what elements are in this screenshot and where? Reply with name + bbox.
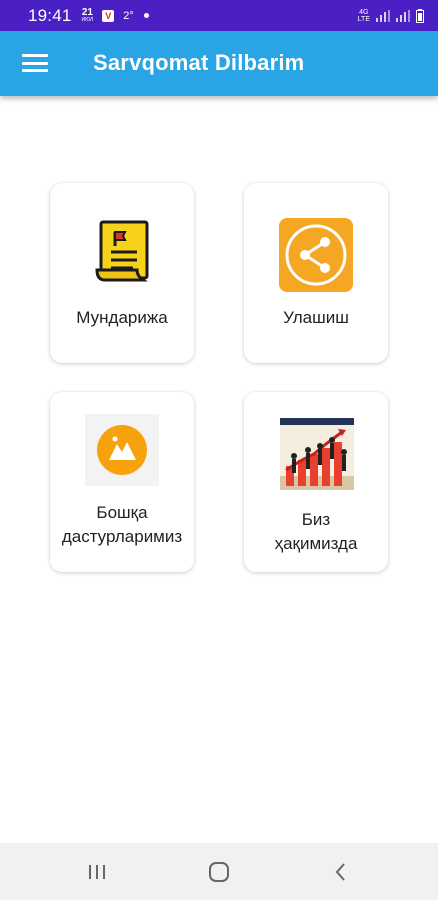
menu-card-other-apps[interactable]: Бошқа дастурларимиз [50,392,194,572]
menu-card-contents-label: Мундарижа [76,308,168,327]
status-right-icons: 4G LTE [358,8,424,23]
menu-card-other-apps-label-line1: Бошқа [96,503,148,522]
hamburger-menu-icon[interactable] [22,52,48,74]
menu-card-about-label-line2: ҳақимизда [274,534,358,553]
signal-icon [376,9,390,22]
network-type-bottom: LTE [357,15,370,23]
share-icon [279,218,353,292]
notification-badge-icon: V [102,9,115,22]
menu-card-share[interactable]: Улашиш [244,183,388,363]
menu-card-contents[interactable]: Мундарижа [50,183,194,363]
network-type-top: 4G [359,8,369,16]
signal-icon-2 [396,9,410,22]
status-date-month: ИЮЛ [81,17,94,23]
menu-card-about-label-line1: Биз [301,510,331,529]
system-nav-bar [0,843,438,900]
back-icon[interactable] [321,857,361,887]
status-temperature: 2° [123,9,134,22]
mountains-icon [85,414,159,486]
app-bar: Sarvqomat Dilbarim [0,31,438,96]
recent-apps-icon[interactable] [77,857,117,887]
document-flag-icon [95,220,149,282]
app-title: Sarvqomat Dilbarim [93,50,305,75]
notification-dot-icon [143,13,149,18]
status-date: 21 ИЮЛ [82,8,94,23]
status-time: 19:41 [28,5,72,25]
menu-card-other-apps-label-line2: дастурларимиз [61,527,183,546]
status-bar: 19:41 21 ИЮЛ V 2° 4G LTE [0,0,438,31]
home-icon[interactable] [199,857,239,887]
battery-icon [416,8,424,23]
network-type-icon: 4G LTE [358,9,370,23]
team-growth-photo-icon [280,418,354,490]
menu-card-about[interactable]: Биз ҳақимизда [244,392,388,572]
menu-card-share-label: Улашиш [283,308,349,327]
